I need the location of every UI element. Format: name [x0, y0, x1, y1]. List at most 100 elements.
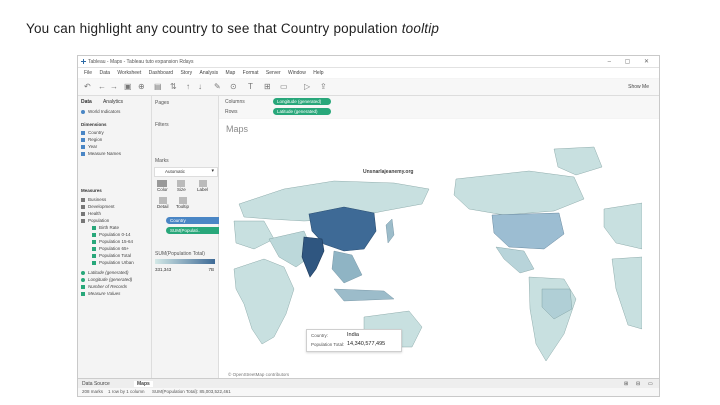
detail-button[interactable]: Detail — [157, 197, 169, 209]
sort-asc-icon[interactable]: ↑ — [186, 82, 190, 91]
measure-item[interactable]: Population Total — [92, 253, 131, 258]
legend-min: 331,343 — [155, 267, 172, 272]
menu-server[interactable]: Server — [266, 70, 281, 76]
sort-desc-icon[interactable]: ↓ — [198, 82, 202, 91]
measure-icon — [92, 253, 96, 258]
new-story-icon[interactable]: ▭ — [648, 381, 653, 387]
measure-item[interactable]: Population Urban — [92, 260, 134, 265]
dimension-label: Measure Names — [88, 151, 122, 156]
color-button[interactable]: Color — [157, 180, 168, 192]
status-bar: 208 marks 1 row by 1 column SUM(Populati… — [78, 388, 659, 396]
measure-label: Population 15-64 — [99, 239, 134, 244]
add-datasource-icon[interactable]: ⊕ — [138, 82, 145, 91]
dimension-item[interactable]: Measure Names — [81, 151, 121, 156]
tab-data[interactable]: Data — [81, 99, 92, 105]
latitude-pill[interactable]: Latitude (generated) — [273, 108, 331, 115]
world-map[interactable] — [224, 139, 642, 367]
tableau-logo-icon — [81, 59, 86, 64]
dimension-label: Region — [88, 137, 103, 142]
tab-analytics[interactable]: Analytics — [103, 99, 123, 105]
back-icon[interactable]: ← — [98, 82, 106, 91]
dimension-item[interactable]: Country — [81, 130, 104, 135]
group-icon[interactable]: ⊙ — [230, 82, 237, 91]
filters-card-title: Filters — [155, 122, 169, 128]
dimension-item[interactable]: Region — [81, 137, 102, 142]
title-bar: Tableau - Maps - Tableau tuto expansion … — [78, 56, 659, 68]
caption-emphasis: tooltip — [401, 21, 440, 36]
forward-icon[interactable]: → — [110, 82, 118, 91]
measure-label: Latitude (generated) — [88, 270, 129, 275]
presentation-icon[interactable]: ▷ — [304, 82, 310, 91]
measure-folder[interactable]: Business — [81, 197, 106, 202]
menu-worksheet[interactable]: Worksheet — [117, 70, 141, 76]
fit-icon[interactable]: ▭ — [280, 82, 288, 91]
pages-card-title: Pages — [155, 100, 170, 106]
measure-item[interactable]: Latitude (generated) — [81, 270, 129, 275]
new-worksheet-icon[interactable]: ⊞ — [624, 381, 628, 387]
show-me-button[interactable]: Show Me — [628, 84, 649, 90]
longitude-pill[interactable]: Longitude (generated) — [273, 98, 331, 105]
columns-shelf-label: Columns — [225, 99, 245, 105]
menu-analysis[interactable]: Analysis — [200, 70, 219, 76]
dimension-item[interactable]: Year — [81, 144, 97, 149]
undo-icon[interactable]: ↶ — [84, 82, 91, 91]
measure-item[interactable]: Birth Rate — [92, 225, 119, 230]
measure-icon — [92, 260, 96, 265]
abc-icon — [81, 151, 85, 156]
measure-folder[interactable]: Population — [81, 218, 109, 223]
measure-folder[interactable]: Development — [81, 204, 115, 209]
label-button[interactable]: Label — [197, 180, 208, 192]
measure-item[interactable]: Population 65+ — [92, 246, 129, 251]
folder-icon — [81, 204, 85, 209]
size-button[interactable]: Size — [177, 180, 186, 192]
detail-label: Detail — [157, 204, 169, 209]
tab-data-source[interactable]: Data Source — [82, 381, 110, 387]
save-icon[interactable]: ▣ — [124, 82, 132, 91]
menu-window[interactable]: Window — [288, 70, 306, 76]
measure-item[interactable]: Measure Values — [81, 291, 120, 296]
menu-help[interactable]: Help — [313, 70, 323, 76]
menu-format[interactable]: Format — [243, 70, 259, 76]
new-dashboard-icon[interactable]: ⊟ — [636, 381, 640, 387]
measure-item[interactable]: Number of Records — [81, 284, 127, 289]
datasource-item[interactable]: World Indicators — [81, 109, 120, 114]
window-controls[interactable]: – ▢ ✕ — [608, 58, 655, 65]
measure-label: Population Urban — [99, 260, 134, 265]
measure-label: Longitude (generated) — [88, 277, 133, 282]
tab-maps[interactable]: Maps — [134, 381, 153, 387]
country-pill[interactable]: Country — [166, 217, 224, 224]
measure-item[interactable]: Population 15-64 — [92, 239, 133, 244]
highlight-icon[interactable]: ✎ — [214, 82, 221, 91]
shelves: Columns Longitude (generated) Rows Latit… — [219, 96, 659, 118]
measure-folder[interactable]: Health — [81, 211, 101, 216]
folder-open-icon — [81, 218, 85, 223]
menu-data[interactable]: Data — [99, 70, 110, 76]
abc-icon — [81, 144, 85, 149]
share-icon[interactable]: ⇪ — [320, 82, 327, 91]
mark-type-dropdown[interactable]: Automatic ▾ — [154, 167, 218, 177]
fix-axes-icon[interactable]: ⊞ — [264, 82, 271, 91]
database-icon — [81, 109, 85, 114]
data-pane-tabs: Data Analytics — [81, 99, 133, 105]
dimensions-header: Dimensions — [81, 122, 107, 127]
tooltip-button[interactable]: Tooltip — [176, 197, 189, 209]
menu-dashboard[interactable]: Dashboard — [149, 70, 173, 76]
new-sheet-icon[interactable]: ▤ — [154, 82, 162, 91]
menu-story[interactable]: Story — [180, 70, 192, 76]
measure-label: Business — [88, 197, 107, 202]
sum-population-pill[interactable]: SUM(Populati.. — [166, 227, 224, 234]
cards-pane: Pages Filters Marks Automatic ▾ Color Si… — [152, 96, 224, 379]
measure-label: Population — [88, 218, 110, 223]
menu-file[interactable]: File — [84, 70, 92, 76]
measure-item[interactable]: Population 0-14 — [92, 232, 131, 237]
tooltip-country-label: Country: — [311, 333, 329, 338]
country-tooltip: Country: India Population Total: 14,340,… — [306, 329, 402, 352]
swap-icon[interactable]: ⇅ — [170, 82, 177, 91]
color-legend-ramp[interactable] — [155, 259, 215, 264]
toolbar: ↶ ← → ▣ ⊕ ▤ ⇅ ↑ ↓ ✎ ⊙ T ⊞ ▭ ▷ ⇪ Show Me — [78, 79, 659, 96]
label-icon[interactable]: T — [248, 82, 253, 91]
legend-max: 7B — [208, 267, 214, 272]
menu-map[interactable]: Map — [226, 70, 236, 76]
measure-item[interactable]: Longitude (generated) — [81, 277, 132, 282]
tooltip-population-label: Population Total: — [311, 342, 345, 347]
